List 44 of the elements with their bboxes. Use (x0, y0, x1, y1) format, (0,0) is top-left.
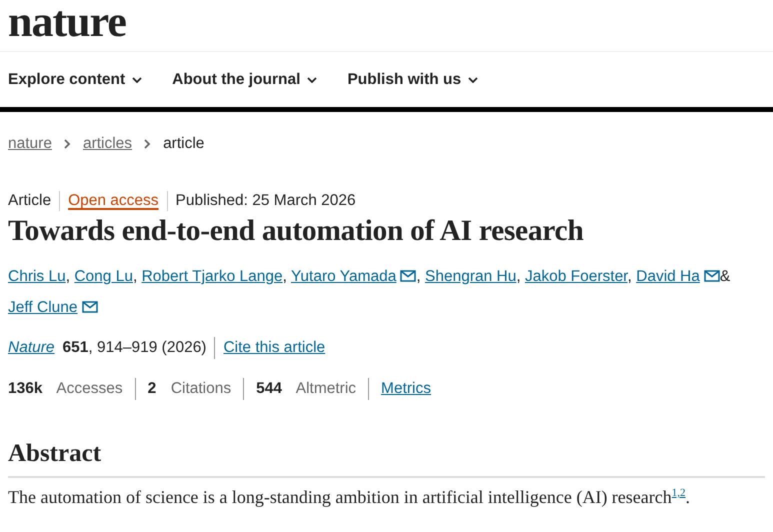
abstract-text: The automation of science is a long-standing ambition in artificial intelligence (AI) research$^{1,2}$. (8, 487, 692, 508)
article-title: Towards end-to-end automation of AI research (8, 214, 584, 249)
volume-number: 651 (62, 339, 88, 357)
author-link[interactable]: Yutaro Yamada (290, 268, 396, 285)
author-separator: , (132, 268, 138, 285)
metric-stat: 544 Altmetric (256, 380, 356, 398)
breadcrumb-current: article (163, 135, 204, 153)
author-separator: , (282, 268, 287, 285)
author-link[interactable]: Chris Lu (8, 268, 66, 285)
author-separator: , (66, 268, 70, 285)
page-range: , 914–919 (2026) (88, 339, 206, 357)
chevron-down-icon (307, 76, 318, 82)
email-icon[interactable] (400, 270, 416, 282)
journal-link[interactable]: Nature (8, 339, 55, 356)
section-heading: Abstract (8, 438, 765, 478)
breadcrumb-link[interactable]: nature (8, 135, 52, 153)
nav-menu-button[interactable]: About the journal (172, 70, 318, 88)
article-type: Article (8, 191, 52, 211)
nav-menu-button[interactable]: Explore content (8, 70, 142, 88)
chevron-right-icon (144, 139, 152, 149)
metric-stat: 2 Citations (148, 380, 232, 398)
open-access-link[interactable]: Open access (68, 192, 159, 209)
author-link[interactable]: Jeff Clune (8, 299, 78, 316)
author-link[interactable]: Robert Tjarko Lange (142, 268, 283, 285)
metrics-link[interactable]: Metrics (381, 380, 431, 398)
cite-link[interactable]: Cite this article (223, 339, 326, 357)
email-icon[interactable] (82, 301, 98, 313)
author-separator: & (720, 268, 730, 285)
nav-menu-button[interactable]: Publish with us (347, 70, 478, 88)
author-separator: , (516, 268, 521, 285)
chevron-down-icon (132, 76, 142, 82)
author-link[interactable]: Shengran Hu (425, 268, 516, 285)
author-link[interactable]: Jakob Foerster (524, 268, 628, 285)
nature-logo[interactable]: nature (0, 0, 773, 52)
author-link[interactable]: Cong Lu (74, 268, 133, 285)
author-link[interactable]: David Ha (636, 268, 700, 285)
metric-stat: 136k Accesses (8, 380, 123, 398)
email-icon[interactable] (704, 270, 720, 282)
author-separator: , (628, 268, 632, 285)
breadcrumb-link[interactable]: articles (82, 135, 132, 153)
chevron-down-icon (468, 76, 478, 82)
published-date: Published: 25 March 2026 (166, 191, 364, 211)
chevron-right-icon (64, 139, 71, 149)
author-separator: , (416, 268, 421, 285)
